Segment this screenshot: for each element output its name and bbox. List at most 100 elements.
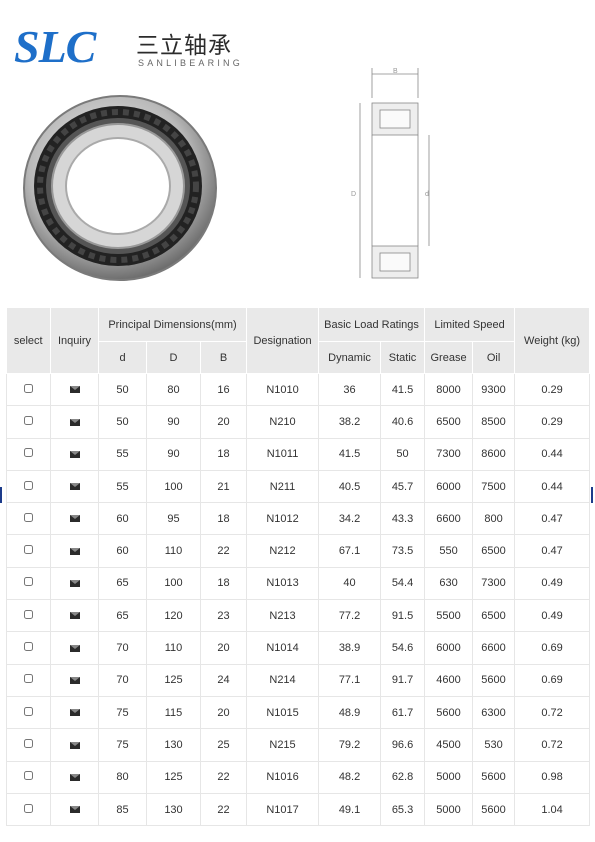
cell-b-width: 20 bbox=[199, 631, 248, 665]
header-basic-load-ratings: Basic Load Ratings bbox=[318, 308, 426, 342]
cell-designation: N1010 bbox=[246, 372, 320, 407]
cell-d-inner: 70 bbox=[98, 663, 147, 697]
select-checkbox[interactable] bbox=[24, 771, 33, 781]
cell-oil: 5600 bbox=[472, 760, 516, 794]
bearing-spec-table: select Inquiry Principal Dimensions(mm) … bbox=[6, 308, 591, 827]
table-row: 60 95 18 N1012 34.2 43.3 6600 800 0.47 bbox=[6, 502, 591, 536]
cell-d-inner: 55 bbox=[98, 469, 147, 504]
cell-designation: N215 bbox=[246, 728, 320, 762]
cell-designation: N214 bbox=[246, 663, 320, 697]
select-checkbox[interactable] bbox=[24, 738, 33, 748]
envelope-icon[interactable] bbox=[69, 741, 80, 749]
cell-static: 45.7 bbox=[380, 469, 426, 504]
inquiry-cell bbox=[50, 695, 99, 730]
cell-grease: 630 bbox=[424, 566, 474, 601]
drawing-label-outer-d: D bbox=[351, 191, 356, 198]
envelope-icon[interactable] bbox=[69, 644, 80, 652]
envelope-icon[interactable] bbox=[69, 515, 80, 523]
select-checkbox[interactable] bbox=[24, 448, 33, 458]
cell-b-width: 22 bbox=[199, 760, 248, 794]
table-row: 75 130 25 N215 79.2 96.6 4500 530 0.72 bbox=[6, 728, 591, 762]
cell-dynamic: 49.1 bbox=[318, 792, 382, 827]
cell-static: 61.7 bbox=[380, 695, 426, 730]
table-row: 50 90 20 N210 38.2 40.6 6500 8500 0.29 bbox=[6, 405, 591, 439]
inquiry-cell bbox=[50, 534, 99, 568]
cell-grease: 5000 bbox=[424, 760, 474, 794]
select-checkbox[interactable] bbox=[24, 609, 33, 619]
cell-designation: N213 bbox=[246, 599, 320, 633]
bearing-photo bbox=[23, 95, 217, 281]
cell-oil: 8500 bbox=[472, 405, 516, 439]
select-checkbox[interactable] bbox=[24, 415, 33, 425]
header-oil: Oil bbox=[472, 341, 516, 374]
cell-b-width: 25 bbox=[199, 728, 248, 762]
envelope-icon[interactable] bbox=[69, 450, 80, 458]
select-checkbox[interactable] bbox=[24, 480, 33, 490]
cell-d-outer: 115 bbox=[146, 695, 201, 730]
inquiry-cell bbox=[50, 372, 99, 407]
cell-dynamic: 34.2 bbox=[318, 502, 382, 536]
cell-dynamic: 67.1 bbox=[318, 534, 382, 568]
envelope-icon[interactable] bbox=[69, 580, 80, 588]
envelope-icon[interactable] bbox=[69, 483, 80, 491]
cell-weight: 0.49 bbox=[514, 599, 591, 633]
cell-d-outer: 95 bbox=[146, 502, 201, 536]
cell-weight: 1.04 bbox=[514, 792, 591, 827]
cell-dynamic: 41.5 bbox=[318, 437, 382, 471]
cell-d-outer: 110 bbox=[146, 631, 201, 665]
cell-d-outer: 125 bbox=[146, 663, 201, 697]
cell-weight: 0.72 bbox=[514, 695, 591, 730]
envelope-icon[interactable] bbox=[69, 547, 80, 555]
select-cell bbox=[6, 566, 51, 601]
select-cell bbox=[6, 502, 51, 536]
envelope-icon[interactable] bbox=[69, 418, 80, 426]
select-checkbox[interactable] bbox=[24, 383, 33, 393]
inquiry-cell bbox=[50, 631, 99, 665]
cell-d-outer: 110 bbox=[146, 534, 201, 568]
envelope-icon[interactable] bbox=[69, 386, 80, 394]
cell-dynamic: 77.1 bbox=[318, 663, 382, 697]
select-checkbox[interactable] bbox=[24, 706, 33, 716]
cell-grease: 6000 bbox=[424, 631, 474, 665]
select-checkbox[interactable] bbox=[24, 642, 33, 652]
cell-grease: 550 bbox=[424, 534, 474, 568]
brand-name-en: SANLIBEARING bbox=[138, 58, 243, 68]
inquiry-cell bbox=[50, 405, 99, 439]
cell-static: 41.5 bbox=[380, 372, 426, 407]
table-row: 65 100 18 N1013 40 54.4 630 7300 0.49 bbox=[6, 566, 591, 601]
cell-d-inner: 80 bbox=[98, 760, 147, 794]
cell-designation: N210 bbox=[246, 405, 320, 439]
cell-weight: 0.72 bbox=[514, 728, 591, 762]
cell-weight: 0.47 bbox=[514, 534, 591, 568]
envelope-icon[interactable] bbox=[69, 612, 80, 620]
select-checkbox[interactable] bbox=[24, 545, 33, 555]
cell-grease: 6600 bbox=[424, 502, 474, 536]
envelope-icon[interactable] bbox=[69, 806, 80, 814]
envelope-icon[interactable] bbox=[69, 709, 80, 717]
select-checkbox[interactable] bbox=[24, 512, 33, 522]
header-select: select bbox=[6, 308, 51, 374]
envelope-icon[interactable] bbox=[69, 773, 80, 781]
select-cell bbox=[6, 760, 51, 794]
cell-oil: 5600 bbox=[472, 663, 516, 697]
select-checkbox[interactable] bbox=[24, 577, 33, 587]
table-row: 50 80 16 N1010 36 41.5 8000 9300 0.29 bbox=[6, 372, 591, 407]
cell-designation: N1011 bbox=[246, 437, 320, 471]
cell-b-width: 20 bbox=[199, 405, 248, 439]
cell-b-width: 18 bbox=[199, 566, 248, 601]
header-principal-dimensions: Principal Dimensions(mm) bbox=[98, 308, 248, 342]
header-inquiry: Inquiry bbox=[50, 308, 99, 374]
table-row: 65 120 23 N213 77.2 91.5 5500 6500 0.49 bbox=[6, 599, 591, 633]
select-checkbox[interactable] bbox=[24, 803, 33, 813]
cell-grease: 4600 bbox=[424, 663, 474, 697]
table-row: 80 125 22 N1016 48.2 62.8 5000 5600 0.98 bbox=[6, 760, 591, 794]
cell-oil: 8600 bbox=[472, 437, 516, 471]
table-row: 70 110 20 N1014 38.9 54.6 6000 6600 0.69 bbox=[6, 631, 591, 665]
header-b-width: B bbox=[200, 341, 248, 374]
select-checkbox[interactable] bbox=[24, 674, 33, 684]
cell-oil: 7300 bbox=[472, 566, 516, 601]
cell-static: 91.7 bbox=[380, 663, 426, 697]
header-static: Static bbox=[380, 341, 426, 374]
envelope-icon[interactable] bbox=[69, 676, 80, 684]
cell-d-outer: 100 bbox=[146, 469, 201, 504]
